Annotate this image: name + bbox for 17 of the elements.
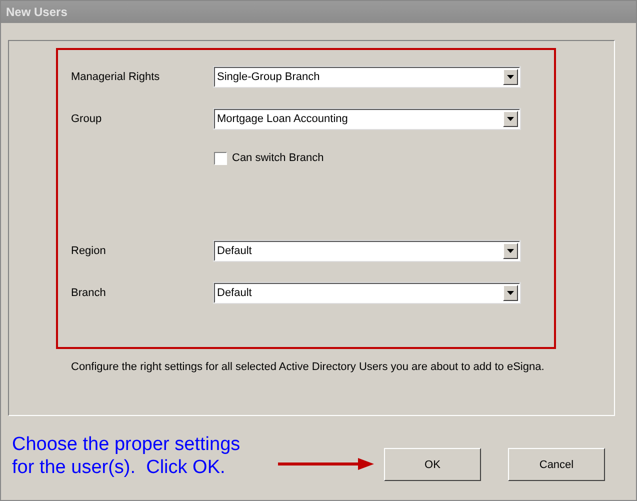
field-label: Region xyxy=(71,245,107,257)
dropdown[interactable]: Default xyxy=(214,241,520,261)
dialog-button[interactable]: Cancel xyxy=(508,448,605,481)
dropdown[interactable]: Default xyxy=(214,283,520,303)
instruction-text: Configure the right settings for all selected Active Directory Users you are about to add to eSigna. xyxy=(71,361,546,373)
dropdown[interactable]: Single-Group Branch xyxy=(214,67,520,87)
checkbox-label[interactable]: Can switch Branch xyxy=(232,152,324,164)
dialog-button[interactable]: OK xyxy=(384,448,481,481)
field-label: Branch xyxy=(71,287,107,299)
field-label: Managerial Rights xyxy=(71,71,161,83)
field-label: Group xyxy=(71,113,103,125)
arrow-icon xyxy=(278,458,374,470)
dropdown[interactable]: Mortgage Loan Accounting xyxy=(214,109,520,129)
window-title: New Users xyxy=(6,5,68,19)
checkbox[interactable] xyxy=(214,152,227,164)
annotation-text: for the user(s). Click OK. xyxy=(12,456,226,479)
annotation-text: Choose the proper settings xyxy=(12,433,242,456)
